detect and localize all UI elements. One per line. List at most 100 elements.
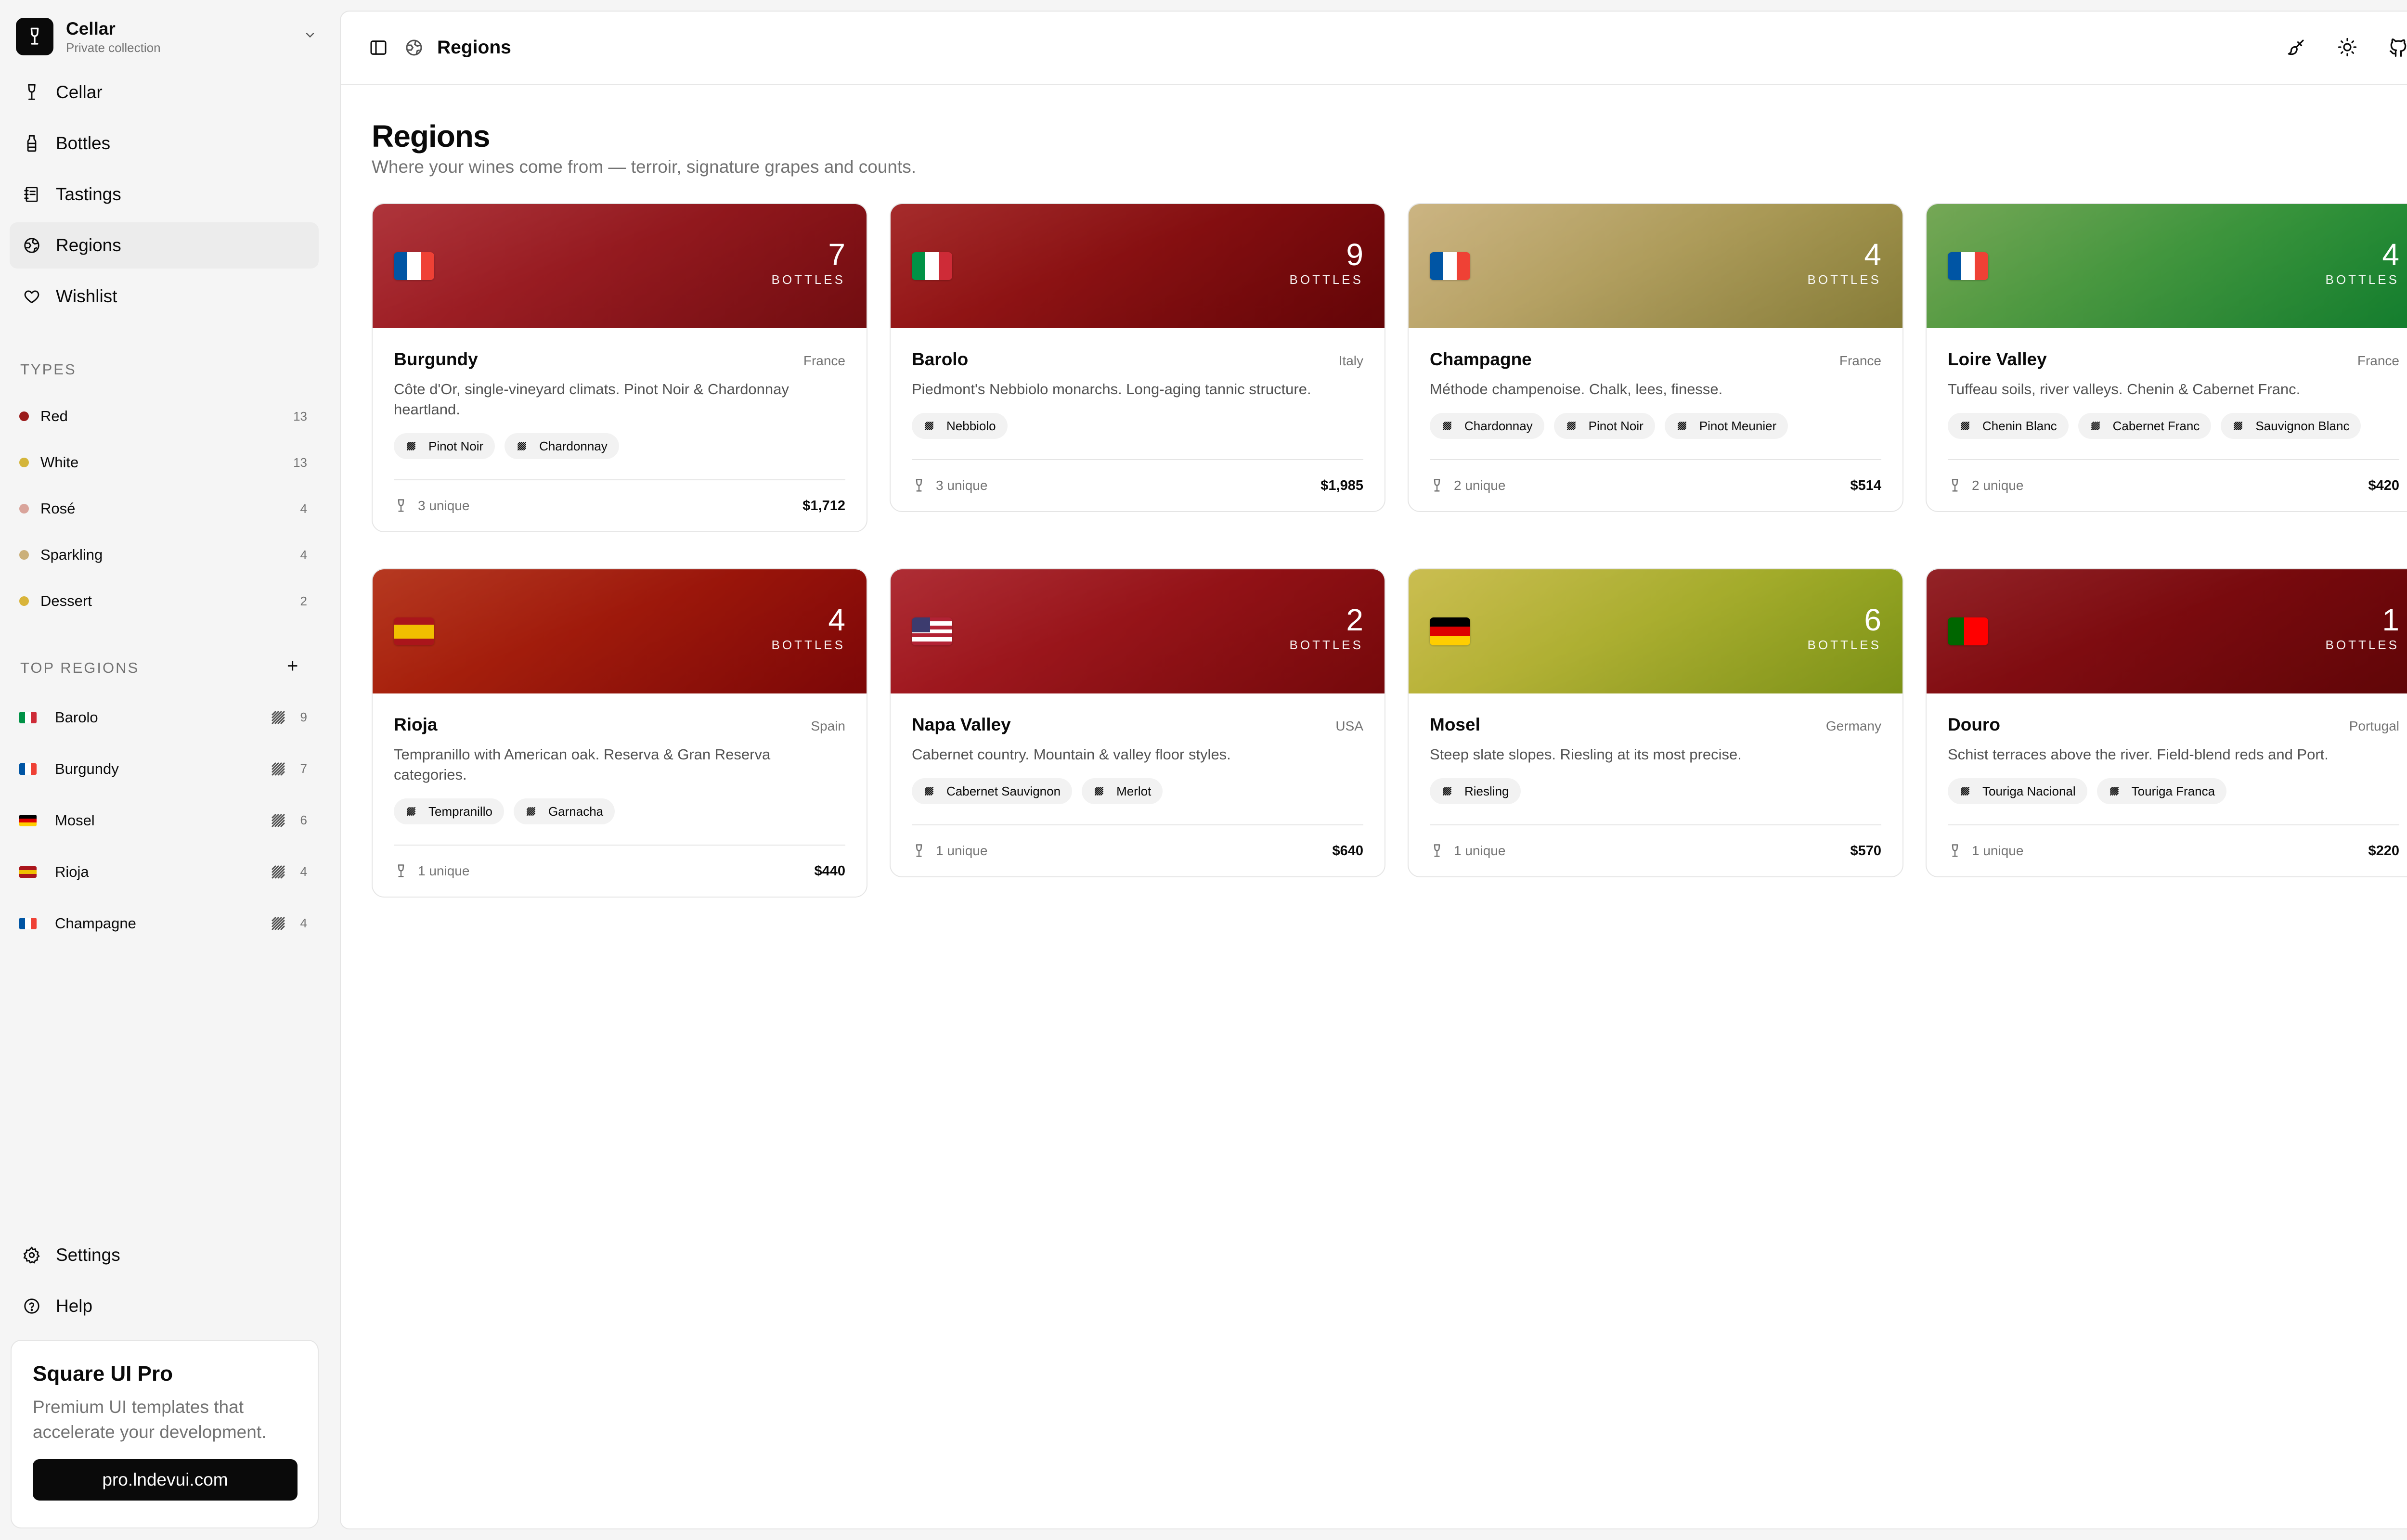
type-item-red[interactable]: Red 13 xyxy=(10,393,319,439)
unique-count: 3 unique xyxy=(394,498,469,513)
grape-chip[interactable]: Pinot Noir xyxy=(394,433,495,459)
region-item-barolo[interactable]: Barolo 9 xyxy=(10,692,319,743)
wine-glass-icon xyxy=(1430,478,1449,493)
card-banner: 4 BOTTLES xyxy=(1409,204,1902,328)
grape-chip[interactable]: Sauvignon Blanc xyxy=(2221,413,2361,439)
page-subtitle: Where your wines come from — terroir, si… xyxy=(372,157,917,177)
type-item-white[interactable]: White 13 xyxy=(10,439,319,486)
region-card-mosel[interactable]: 6 BOTTLES Mosel Germany Steep slate slopes. … xyxy=(1408,568,1903,877)
sidebar-item-tastings[interactable]: Tastings xyxy=(10,171,319,218)
card-body: Champagne France Méthode champenoise. Chal… xyxy=(1409,349,1902,511)
region-description: Méthode champenoise. Chalk, lees, finess… xyxy=(1430,381,1723,398)
region-country: USA xyxy=(1335,719,1363,733)
region-card-burgundy[interactable]: 7 BOTTLES Burgundy France Côte d'Or, single-… xyxy=(372,203,867,532)
card-body: Burgundy France Côte d'Or, single-vineyard… xyxy=(373,349,867,531)
unique-label: 1 unique xyxy=(1972,843,2024,858)
sun-icon[interactable] xyxy=(2336,36,2359,59)
region-item-burgundy[interactable]: Burgundy 7 xyxy=(10,743,319,795)
region-value: $440 xyxy=(814,863,845,879)
sidebar-item-bottles[interactable]: Bottles xyxy=(10,120,319,167)
bottle-count: 9 BOTTLES xyxy=(1290,238,1363,287)
region-description: Cabernet country. Mountain & valley floo… xyxy=(912,746,1231,763)
promo-button[interactable]: pro.lndevui.com xyxy=(33,1459,298,1501)
card-body: Loire Valley France Tuffeau soils, river v… xyxy=(1927,349,2407,511)
sidebar-item-settings[interactable]: Settings xyxy=(10,1232,319,1278)
type-item-dessert[interactable]: Dessert 2 xyxy=(10,578,319,624)
brush-icon[interactable] xyxy=(2285,36,2308,59)
flag-icon xyxy=(1430,252,1470,280)
grape-chip[interactable]: Merlot xyxy=(1082,778,1163,804)
grape-chip[interactable]: Chardonnay xyxy=(1430,413,1544,439)
region-name: Mosel xyxy=(1430,715,1480,734)
sidebar-item-cellar[interactable]: Cellar xyxy=(10,69,319,116)
card-header: Mosel Germany xyxy=(1430,715,1881,735)
region-count: 4 xyxy=(300,864,307,879)
bottom-nav: Settings Help xyxy=(10,1232,319,1334)
github-icon[interactable] xyxy=(2387,36,2407,59)
region-card-rioja[interactable]: 4 BOTTLES Rioja Spain Tempranillo with Ameri… xyxy=(372,568,867,898)
region-name: Napa Valley xyxy=(912,715,1011,734)
region-card-douro[interactable]: 1 BOTTLES Douro Portugal Schist terraces abo… xyxy=(1926,568,2407,877)
card-footer: 2 unique $514 xyxy=(1430,459,1881,511)
notebook-icon xyxy=(21,184,42,205)
bottle-count-number: 4 xyxy=(2382,237,2399,272)
grape-chip[interactable]: Touriga Nacional xyxy=(1948,778,2087,804)
grape-icon xyxy=(269,759,288,779)
unique-count: 2 unique xyxy=(1430,478,1505,493)
card-header: Champagne France xyxy=(1430,349,1881,370)
grape-chip[interactable]: Touriga Franca xyxy=(2096,778,2227,804)
bottle-icon xyxy=(21,133,42,154)
region-label: Barolo xyxy=(55,708,98,726)
grape-chip[interactable]: Chardonnay xyxy=(505,433,619,459)
region-count: 6 xyxy=(300,813,307,827)
top-regions-heading: TOP REGIONS xyxy=(20,659,140,676)
workspace-switcher[interactable]: Cellar Private collection xyxy=(16,16,321,57)
region-item-mosel[interactable]: Mosel 6 xyxy=(10,795,319,846)
grape-chip[interactable]: Nebbiolo xyxy=(912,413,1008,439)
grape-chips: Touriga Nacional Touriga Franca xyxy=(1948,778,2399,804)
region-item-rioja[interactable]: Rioja 4 xyxy=(10,846,319,898)
sidebar-item-help[interactable]: Help xyxy=(10,1283,319,1329)
region-card-napa-valley[interactable]: 2 BOTTLES Napa Valley USA Cabernet country. … xyxy=(890,568,1385,877)
grape-chip[interactable]: Cabernet Franc xyxy=(2078,413,2212,439)
grape-chip[interactable]: Pinot Meunier xyxy=(1664,413,1788,439)
region-name: Barolo xyxy=(912,349,969,369)
grape-chip[interactable]: Chenin Blanc xyxy=(1948,413,2069,439)
card-footer: 1 unique $640 xyxy=(912,824,1363,876)
region-card-barolo[interactable]: 9 BOTTLES Barolo Italy Piedmont's Nebbiolo m… xyxy=(890,203,1385,512)
region-country: Spain xyxy=(811,719,845,733)
bottle-count-label: BOTTLES xyxy=(1807,272,1881,287)
type-item-rosé[interactable]: Rosé 4 xyxy=(10,486,319,532)
promo-card: Square UI Pro Premium UI templates that … xyxy=(11,1340,319,1528)
grape-icon xyxy=(2090,420,2107,432)
sidebar-item-label: Bottles xyxy=(56,133,111,153)
type-item-sparkling[interactable]: Sparkling 4 xyxy=(10,532,319,578)
bottle-count: 1 BOTTLES xyxy=(2326,603,2399,653)
grape-chip-label: Nebbiolo xyxy=(946,418,996,433)
type-count: 4 xyxy=(300,501,307,516)
grape-chip[interactable]: Garnacha xyxy=(513,798,615,824)
card-body: Napa Valley USA Cabernet country. Mountain… xyxy=(891,715,1385,876)
card-banner: 2 BOTTLES xyxy=(891,569,1385,693)
sidebar-item-wishlist[interactable]: Wishlist xyxy=(10,273,319,320)
type-color-dot xyxy=(19,504,29,513)
grape-icon xyxy=(405,440,423,452)
add-region-icon[interactable]: + xyxy=(287,656,298,676)
region-country: France xyxy=(803,353,845,368)
grape-chip-label: Riesling xyxy=(1464,783,1509,798)
grape-chip[interactable]: Tempranillo xyxy=(394,798,504,824)
region-card-loire-valley[interactable]: 4 BOTTLES Loire Valley France Tuffeau soils,… xyxy=(1926,203,2407,512)
grape-chip[interactable]: Pinot Noir xyxy=(1553,413,1655,439)
card-banner: 6 BOTTLES xyxy=(1409,569,1902,693)
main-nav: Cellar Bottles Tastings Regions Wishlist xyxy=(10,69,319,324)
grape-chips: Pinot Noir Chardonnay xyxy=(394,433,845,459)
region-description: Schist terraces above the river. Field-b… xyxy=(1948,746,2329,763)
sidebar-item-regions[interactable]: Regions xyxy=(10,222,319,269)
region-item-champagne[interactable]: Champagne 4 xyxy=(10,898,319,949)
grape-chip[interactable]: Cabernet Sauvignon xyxy=(912,778,1073,804)
grape-chip[interactable]: Riesling xyxy=(1430,778,1521,804)
region-card-champagne[interactable]: 4 BOTTLES Champagne France Méthode champenoi… xyxy=(1408,203,1903,512)
sidebar-toggle-icon[interactable] xyxy=(367,36,390,59)
region-value: $570 xyxy=(1850,843,1881,859)
chevron-down-icon[interactable] xyxy=(303,28,317,44)
